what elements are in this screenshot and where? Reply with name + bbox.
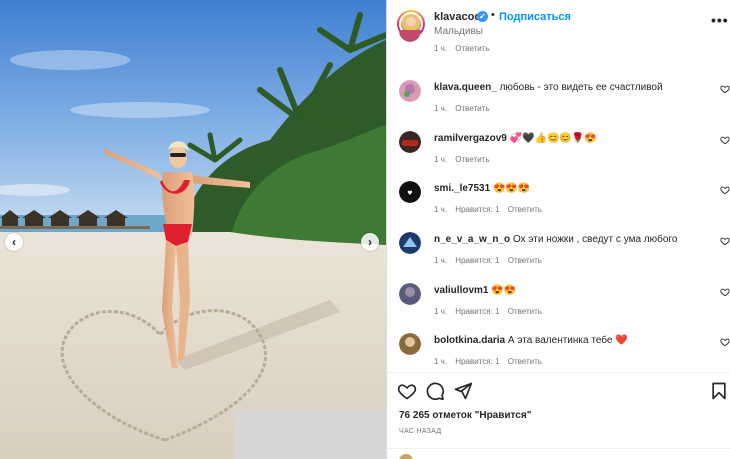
comment-time: 1 ч.	[434, 104, 448, 113]
comment-item: ♥ smi._le7531 😍😍😍 1 ч. Нравится: 1 Ответ…	[387, 181, 730, 231]
comment-text: bolotkina.daria А эта валентинка тебе ❤️	[434, 335, 628, 346]
previous-photo-button[interactable]: ‹	[5, 233, 23, 251]
comment-item: n_e_v_a_w_n_o Ох эти ножки , сведут с ум…	[387, 232, 730, 282]
commenter-avatar[interactable]	[399, 333, 421, 355]
comment-time: 1 ч.	[434, 307, 448, 316]
comment-time: 1 ч.	[434, 205, 448, 214]
comment-item: ramilvergazov9 💞🖤👍😊😊🌹😍 1 ч. Ответить	[387, 131, 730, 181]
commenter-username[interactable]: bolotkina.daria	[434, 335, 505, 346]
comment-time: 1 ч.	[434, 155, 448, 164]
post-photo[interactable]: ‹ ›	[0, 0, 386, 459]
commenter-avatar[interactable]	[399, 232, 421, 254]
current-user-avatar	[399, 454, 413, 459]
reply-button[interactable]: Ответить	[508, 205, 542, 214]
commenter-username[interactable]: klava.queen_	[434, 82, 497, 93]
comment-meta: 1 ч. Нравится: 1 Ответить	[434, 307, 548, 316]
chevron-left-icon: ‹	[12, 235, 16, 249]
like-comment-heart-icon[interactable]	[720, 84, 730, 94]
beach-photo-image	[0, 0, 386, 459]
reply-button[interactable]: Ответить	[455, 155, 489, 164]
next-photo-button[interactable]: ›	[361, 233, 379, 251]
like-comment-heart-icon[interactable]	[720, 185, 730, 195]
commenter-username[interactable]: smi._le7531	[434, 183, 490, 194]
comment-item: bolotkina.daria А эта валентинка тебе ❤️…	[387, 333, 730, 372]
verified-badge-icon: ✓	[477, 11, 488, 22]
more-options-icon[interactable]: •••	[711, 12, 729, 28]
comment-likes-count[interactable]: Нравится: 1	[455, 205, 499, 214]
comment-bubble-icon[interactable]	[425, 381, 445, 401]
like-comment-heart-icon[interactable]	[720, 236, 730, 246]
commenter-username[interactable]: n_e_v_a_w_n_o	[434, 234, 510, 245]
comments-list[interactable]: 1 ч. Ответить klava.queen_ любовь - это …	[387, 30, 730, 372]
comment-time: 1 ч.	[434, 357, 448, 366]
comment-likes-count[interactable]: Нравится: 1	[455, 357, 499, 366]
comment-meta: 1 ч. Ответить	[434, 44, 496, 53]
reply-button[interactable]: Ответить	[508, 256, 542, 265]
reply-button[interactable]: Ответить	[508, 357, 542, 366]
share-send-icon[interactable]	[453, 381, 473, 401]
commenter-avatar[interactable]	[399, 80, 421, 102]
reply-button[interactable]: Ответить	[455, 44, 489, 53]
comment-meta: 1 ч. Ответить	[434, 104, 496, 113]
follow-button[interactable]: Подписаться	[499, 11, 571, 23]
add-comment-area[interactable]	[387, 448, 730, 459]
reply-button[interactable]: Ответить	[455, 104, 489, 113]
reply-button[interactable]: Ответить	[508, 307, 542, 316]
commenter-username[interactable]: valiullovm1	[434, 285, 488, 296]
commenter-avatar[interactable]	[399, 131, 421, 153]
comment-meta: 1 ч. Нравится: 1 Ответить	[434, 357, 548, 366]
comment-time: 1 ч.	[434, 44, 448, 53]
post-side-panel: klavacoca ✓ • Подписаться Мальдивы ••• 1…	[386, 0, 730, 459]
comment-meta: 1 ч. Нравится: 1 Ответить	[434, 256, 548, 265]
save-bookmark-icon[interactable]	[709, 381, 729, 401]
like-comment-heart-icon[interactable]	[720, 135, 730, 145]
comment-meta: 1 ч. Ответить	[434, 155, 496, 164]
like-heart-icon[interactable]	[397, 381, 417, 401]
comment-likes-count[interactable]: Нравится: 1	[455, 256, 499, 265]
svg-text:♥: ♥	[407, 190, 412, 197]
chevron-right-icon: ›	[368, 235, 372, 249]
comment-text: klava.queen_ любовь - это видеть ее счас…	[434, 82, 663, 93]
commenter-username[interactable]: ramilvergazov9	[434, 133, 507, 144]
comment-text: valiullovm1 😍😍	[434, 285, 517, 296]
commenter-avatar[interactable]	[399, 283, 421, 305]
comment-text: n_e_v_a_w_n_o Ох эти ножки , сведут с ум…	[434, 234, 678, 245]
like-comment-heart-icon[interactable]	[720, 287, 730, 297]
commenter-avatar[interactable]	[399, 30, 421, 42]
comment-likes-count[interactable]: Нравится: 1	[455, 307, 499, 316]
comment-text: ramilvergazov9 💞🖤👍😊😊🌹😍	[434, 133, 597, 144]
post-timestamp: ЧАС НАЗАД	[399, 428, 442, 435]
like-comment-heart-icon[interactable]	[720, 337, 730, 347]
comment-item: valiullovm1 😍😍 1 ч. Нравится: 1 Ответить	[387, 283, 730, 333]
post-actions-bar: 76 265 отметок "Нравится" ЧАС НАЗАД	[387, 372, 730, 459]
separator-dot: •	[491, 9, 495, 21]
comment-item: 1 ч. Ответить	[387, 30, 730, 70]
commenter-avatar[interactable]: ♥	[399, 181, 421, 203]
comment-meta: 1 ч. Нравится: 1 Ответить	[434, 205, 548, 214]
post-likes-count[interactable]: 76 265 отметок "Нравится"	[399, 410, 531, 421]
comment-text: smi._le7531 😍😍😍	[434, 183, 531, 194]
comment-time: 1 ч.	[434, 256, 448, 265]
placeholder-block	[234, 410, 386, 459]
comment-item: klava.queen_ любовь - это видеть ее счас…	[387, 80, 730, 130]
